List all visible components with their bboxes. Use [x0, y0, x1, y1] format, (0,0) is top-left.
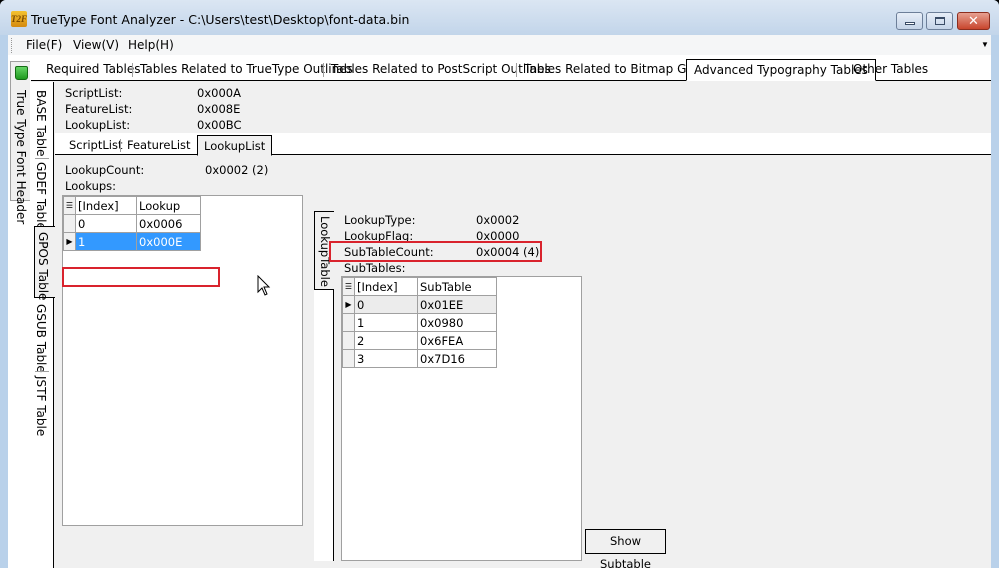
- menu-bar: File(F) View(V) Help(H) ▼: [8, 35, 991, 55]
- cell-lookup[interactable]: 0x000E: [136, 232, 201, 251]
- cell-index[interactable]: 1: [75, 232, 137, 251]
- table-row-selected[interactable]: ▶ 1 0x000E: [63, 232, 201, 251]
- table-row[interactable]: 0 0x0006: [63, 214, 201, 233]
- tab-featurelist[interactable]: FeatureList: [120, 139, 197, 152]
- gpos-table-page: ScriptList: 0x000A FeatureList: 0x008E L…: [55, 82, 991, 568]
- tab-separator: [35, 371, 49, 372]
- lookuptable-tab-strip: [314, 289, 334, 561]
- lookups-label: Lookups:: [65, 179, 117, 193]
- tab-lookuplist[interactable]: LookupList: [197, 135, 273, 156]
- sub-tab-bar: ScriptList FeatureList LookupList: [55, 133, 991, 156]
- lookuplist-value: 0x00BC: [197, 118, 242, 132]
- menu-overflow-icon[interactable]: ▼: [981, 40, 989, 49]
- scriptlist-label: ScriptList:: [65, 86, 123, 100]
- cell-subtable[interactable]: 0x0980: [417, 313, 497, 332]
- menu-help[interactable]: Help(H): [128, 38, 174, 52]
- header-row: ☰ [Index] SubTable: [342, 277, 497, 296]
- featurelist-value: 0x008E: [197, 102, 241, 116]
- table-row-current[interactable]: ▶ 0 0x01EE: [342, 295, 497, 314]
- left-tab-strip: True Type Font Header: [8, 55, 31, 568]
- lookups-table: ☰ [Index] Lookup 0 0x0006 ▶ 1 0x000E: [63, 196, 201, 251]
- cell-index[interactable]: 1: [354, 313, 418, 332]
- lookups-grid[interactable]: ☰ [Index] Lookup 0 0x0006 ▶ 1 0x000E: [62, 195, 303, 526]
- tab-gpos-table[interactable]: GPOS Table: [36, 232, 50, 300]
- subtables-table: ☰ [Index] SubTable ▶ 0 0x01EE 1 0x0980 2…: [342, 277, 497, 368]
- subtables-label: SubTables:: [344, 261, 406, 275]
- tab-separator: [35, 158, 49, 159]
- grid-menu-icon[interactable]: ☰: [342, 277, 355, 296]
- lookupcount-label: LookupCount:: [65, 163, 145, 177]
- show-subtable-button[interactable]: Show Subtable: [585, 529, 666, 568]
- cell-lookup[interactable]: 0x0006: [136, 214, 201, 233]
- table-tab-strip: BASE Table GDEF Table GPOS Table GSUB Ta…: [31, 82, 55, 568]
- row-header[interactable]: [342, 349, 355, 368]
- table-row[interactable]: 2 0x6FEA: [342, 331, 497, 350]
- book-icon: [15, 66, 28, 80]
- cell-subtable[interactable]: 0x7D16: [417, 349, 497, 368]
- lookupcount-value: 0x0002 (2): [205, 163, 269, 177]
- highlight-box-subtablecount: [329, 241, 542, 262]
- cell-index[interactable]: 3: [354, 349, 418, 368]
- minimize-button[interactable]: [896, 12, 923, 30]
- tab-gsub-table[interactable]: GSUB Table: [34, 304, 48, 373]
- lookuplist-label: LookupList:: [65, 118, 131, 132]
- client-area: File(F) View(V) Help(H) ▼ True Type Font…: [8, 35, 991, 568]
- menu-grip-handle[interactable]: [11, 38, 14, 53]
- row-header[interactable]: [63, 214, 76, 233]
- row-pointer-icon[interactable]: ▶: [342, 295, 355, 314]
- cell-index[interactable]: 0: [354, 295, 418, 314]
- scriptlist-value: 0x000A: [197, 86, 241, 100]
- tab-gdef-table[interactable]: GDEF Table: [34, 162, 48, 230]
- cell-index[interactable]: 0: [75, 214, 137, 233]
- close-icon: ✕: [968, 13, 979, 28]
- row-header[interactable]: [342, 331, 355, 350]
- cell-index[interactable]: 2: [354, 331, 418, 350]
- menu-view[interactable]: View(V): [73, 38, 119, 52]
- tab-true-type-font-header[interactable]: True Type Font Header: [10, 61, 30, 224]
- close-button[interactable]: ✕: [957, 12, 990, 30]
- tab-jstf-table[interactable]: JSTF Table: [34, 376, 48, 436]
- maximize-button[interactable]: [926, 12, 953, 30]
- header-row: ☰ [Index] Lookup: [63, 196, 201, 215]
- outer-tab-bar: Required Tables Tables Related to TrueTy…: [31, 55, 991, 81]
- row-pointer-icon[interactable]: ▶: [63, 232, 76, 251]
- column-header-index[interactable]: [Index]: [75, 196, 137, 215]
- window-title: TrueType Font Analyzer - C:\Users\test\D…: [31, 12, 410, 27]
- title-bar[interactable]: T2F TrueType Font Analyzer - C:\Users\te…: [0, 0, 999, 35]
- maximize-icon: [935, 17, 945, 25]
- column-header-subtable[interactable]: SubTable: [417, 277, 497, 296]
- subtables-grid[interactable]: ☰ [Index] SubTable ▶ 0 0x01EE 1 0x0980 2…: [341, 276, 582, 561]
- column-header-index[interactable]: [Index]: [354, 277, 418, 296]
- lookuptype-label: LookupType:: [344, 213, 416, 227]
- menu-file[interactable]: File(F): [26, 38, 62, 52]
- row-header[interactable]: [342, 313, 355, 332]
- minimize-icon: [905, 22, 915, 25]
- lookuptype-value: 0x0002: [476, 213, 520, 227]
- app-logo-icon: T2F: [11, 11, 27, 27]
- tab-scriptlist[interactable]: ScriptList: [63, 139, 128, 152]
- table-row[interactable]: 1 0x0980: [342, 313, 497, 332]
- tab-base-table[interactable]: BASE Table: [34, 90, 48, 157]
- grid-menu-icon[interactable]: ☰: [63, 196, 76, 215]
- tab-other-tables[interactable]: Other Tables: [846, 63, 935, 77]
- highlight-box-selected-lookup: [62, 267, 220, 287]
- featurelist-label: FeatureList:: [65, 102, 133, 116]
- column-header-lookup[interactable]: Lookup: [136, 196, 201, 215]
- tab-label: True Type Font Header: [14, 90, 28, 225]
- cell-subtable[interactable]: 0x6FEA: [417, 331, 497, 350]
- table-row[interactable]: 3 0x7D16: [342, 349, 497, 368]
- app-window: T2F TrueType Font Analyzer - C:\Users\te…: [0, 0, 999, 568]
- cell-subtable[interactable]: 0x01EE: [417, 295, 497, 314]
- mouse-cursor-icon: [257, 275, 271, 296]
